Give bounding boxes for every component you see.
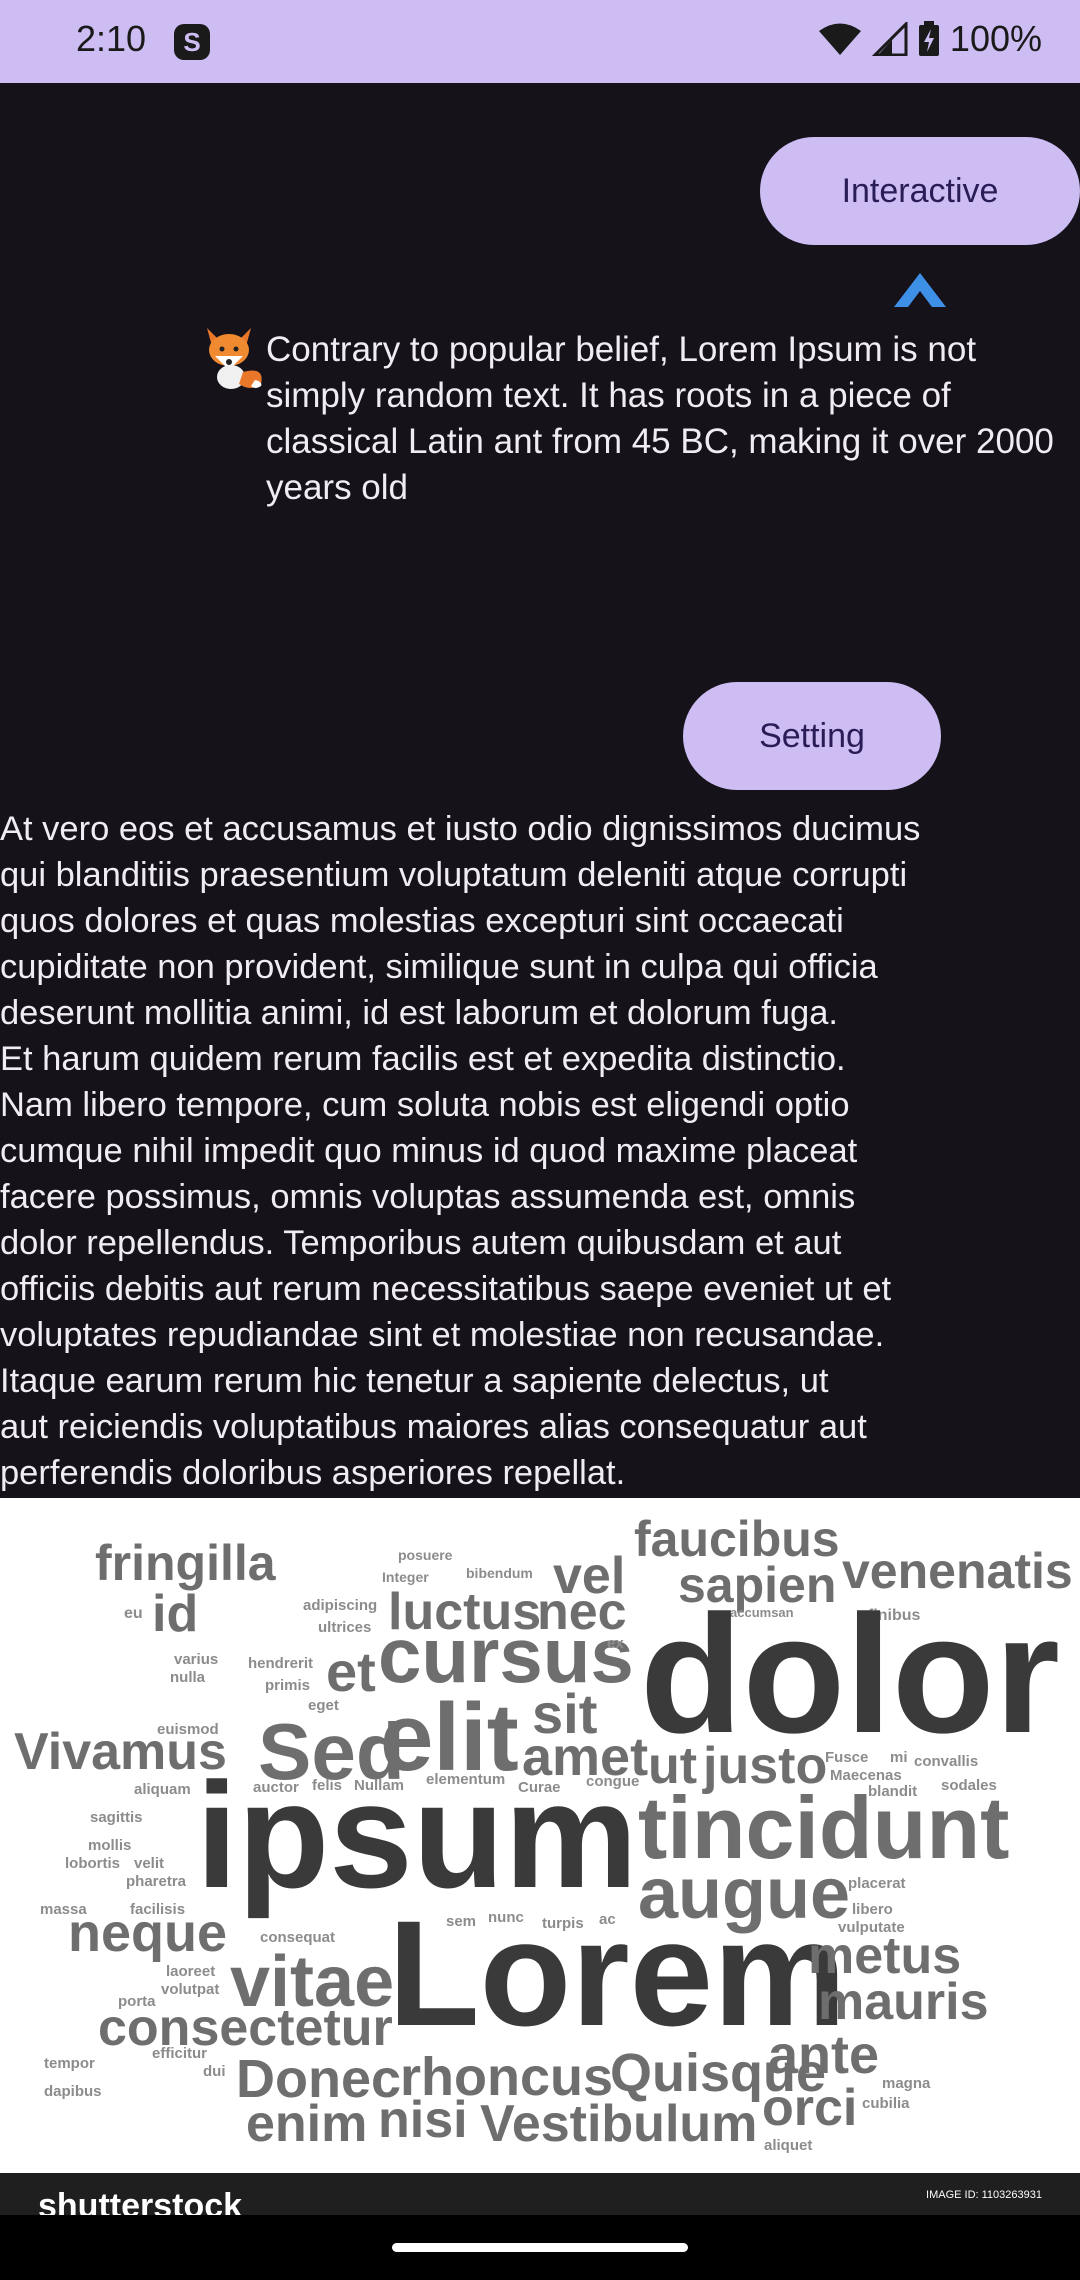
cloud-word: cubilia bbox=[862, 2095, 910, 2112]
battery-percentage: 100% bbox=[949, 18, 1042, 59]
tooltip-line: classical Latin ant from 45 BC, making i… bbox=[266, 422, 1054, 461]
tooltip-line: Contrary to popular belief, Lorem Ipsum … bbox=[266, 330, 977, 369]
cloud-word: pharetra bbox=[126, 1873, 187, 1890]
cloud-word: efficitur bbox=[152, 2045, 208, 2062]
cloud-word: aliquet bbox=[764, 2137, 813, 2154]
cloud-word: dui bbox=[203, 2063, 226, 2080]
stock-logo: shutterstock bbox=[38, 2187, 243, 2215]
cloud-word: Fusce bbox=[825, 1749, 869, 1766]
cloud-word: enim bbox=[246, 2095, 368, 2153]
cloud-word: tempor bbox=[44, 2055, 95, 2072]
cloud-word: ipsum bbox=[196, 1751, 638, 1919]
cloud-word: bibendum bbox=[466, 1565, 533, 1581]
cloud-word: placerat bbox=[848, 1875, 906, 1892]
cloud-word: dapibus bbox=[44, 2083, 102, 2100]
image-id-text: IMAGE ID: 1103263931 bbox=[926, 2189, 1042, 2201]
status-indicators: 100% bbox=[818, 18, 1042, 60]
cloud-word: aliquam bbox=[134, 1781, 191, 1798]
battery-charging-icon bbox=[918, 21, 939, 56]
cloud-word: volutpat bbox=[161, 1981, 220, 1998]
cloud-word: varius bbox=[174, 1651, 219, 1668]
cloud-word: mi bbox=[890, 1749, 908, 1766]
cloud-word: Vivamus bbox=[14, 1723, 227, 1781]
cloud-word: dolor bbox=[640, 1580, 1060, 1768]
cloud-word: lobortis bbox=[65, 1855, 120, 1872]
cloud-word: et bbox=[326, 1640, 376, 1703]
cloud-word: laoreet bbox=[166, 1963, 216, 1980]
cloud-word: adipiscing bbox=[303, 1597, 378, 1614]
status-time: 2:10 bbox=[76, 18, 147, 59]
cloud-word: nisi bbox=[378, 2091, 468, 2149]
cell-signal-icon bbox=[871, 22, 908, 56]
wifi-icon bbox=[818, 23, 861, 55]
interactive-button[interactable]: Interactive bbox=[760, 137, 1080, 245]
cloud-word: ex bbox=[607, 1635, 624, 1652]
cloud-word: velit bbox=[134, 1855, 165, 1872]
cloud-word: libero bbox=[852, 1901, 893, 1918]
stock-image-footer: shutterstock IMAGE ID: 1103263931 bbox=[0, 2173, 1080, 2215]
word-cloud-image: fringilla id posuere Integer bibendum ve… bbox=[0, 1498, 1080, 2173]
cloud-word: mollis bbox=[88, 1837, 132, 1854]
tooltip-line: years old bbox=[266, 468, 409, 507]
fox-icon bbox=[207, 328, 262, 389]
cloud-word: Integer bbox=[382, 1569, 429, 1585]
cloud-word: posuere bbox=[398, 1547, 453, 1563]
navigation-bar bbox=[0, 2215, 1080, 2280]
setting-button[interactable]: Setting bbox=[683, 682, 941, 790]
cloud-word: fringilla bbox=[95, 1535, 276, 1591]
tooltip-line: simply random text. It has roots in a pi… bbox=[266, 376, 951, 415]
cloud-word: id bbox=[152, 1585, 199, 1643]
cloud-word: convallis bbox=[914, 1753, 979, 1770]
cloud-word: nulla bbox=[170, 1669, 206, 1686]
cloud-word: eu bbox=[124, 1605, 143, 1622]
cloud-word: magna bbox=[882, 2075, 931, 2092]
cloud-word: primis bbox=[265, 1677, 311, 1694]
body-paragraph: At vero eos et accusamus et iusto odio d… bbox=[0, 810, 921, 1492]
tooltip-text: Contrary to popular belief, Lorem Ipsum … bbox=[266, 327, 1080, 511]
cloud-word: Vestibulum bbox=[480, 2095, 758, 2153]
status-bar: 2:10 S 100% bbox=[0, 0, 1080, 83]
cloud-word: ultrices bbox=[318, 1619, 372, 1636]
cloud-word: orci bbox=[762, 2079, 858, 2137]
cloud-word: mauris bbox=[818, 1973, 989, 2031]
cloud-word: hendrerit bbox=[248, 1655, 314, 1672]
cloud-word: sagittis bbox=[90, 1809, 143, 1826]
skype-notification-icon: S bbox=[174, 24, 210, 60]
home-gesture-handle[interactable] bbox=[392, 2243, 688, 2252]
cloud-word: neque bbox=[68, 1903, 228, 1963]
tooltip-caret-up-icon bbox=[894, 273, 946, 307]
cloud-word: consectetur bbox=[98, 1999, 393, 2057]
